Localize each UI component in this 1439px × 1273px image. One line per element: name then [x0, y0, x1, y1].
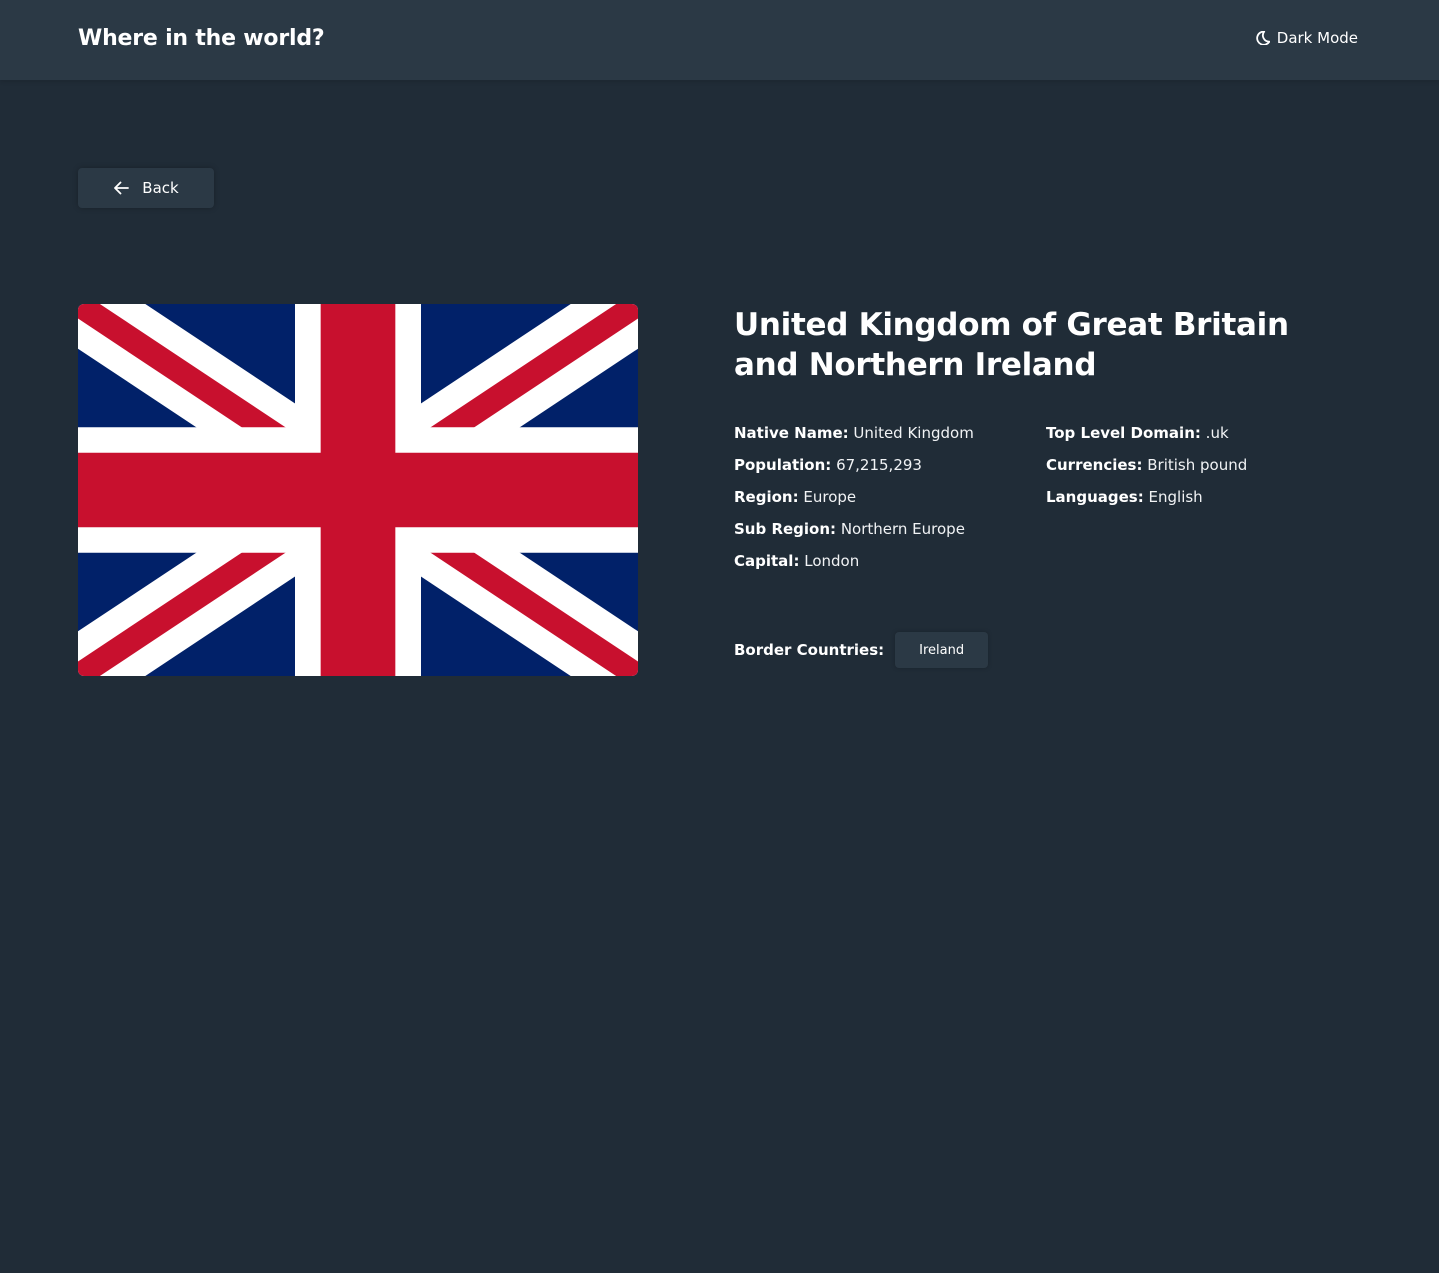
app-title: Where in the world? [78, 26, 325, 51]
detail-currencies: Currencies: British pound [1046, 449, 1366, 481]
detail-population: Population: 67,215,293 [734, 449, 1034, 481]
back-button-label: Back [142, 179, 179, 197]
detail-value: United Kingdom [853, 424, 974, 442]
detail-value: Europe [803, 488, 857, 506]
detail-label: Currencies: [1046, 456, 1143, 474]
detail-label: Native Name: [734, 424, 849, 442]
detail-capital: Capital: London [734, 545, 1034, 577]
detail-value: 67,215,293 [836, 456, 922, 474]
country-flag-image [78, 304, 638, 676]
detail-label: Region: [734, 488, 799, 506]
detail-value: British pound [1147, 456, 1248, 474]
detail-languages: Languages: English [1046, 481, 1366, 513]
country-name: United Kingdom of Great Britain and Nort… [734, 307, 1289, 383]
back-button[interactable]: Back [78, 168, 214, 208]
detail-value: English [1148, 488, 1203, 506]
detail-value: London [804, 552, 860, 570]
detail-label: Languages: [1046, 488, 1144, 506]
dark-mode-label: Dark Mode [1276, 29, 1358, 47]
detail-region: Region: Europe [734, 481, 1034, 513]
detail-native-name: Native Name: United Kingdom [734, 417, 1034, 449]
detail-label: Sub Region: [734, 520, 837, 538]
detail-label: Top Level Domain: [1046, 424, 1201, 442]
app-header: Where in the world? Dark Mode [0, 0, 1439, 80]
moon-icon [1256, 31, 1270, 45]
arrow-left-icon [113, 181, 130, 195]
details-primary: Native Name: United Kingdom Population: … [734, 417, 1034, 577]
detail-top-level-domain: Top Level Domain: .uk [1046, 417, 1366, 449]
border-countries-label: Border Countries: [734, 641, 885, 659]
detail-label: Population: [734, 456, 832, 474]
union-jack-flag [78, 304, 638, 676]
detail-value: Northern Europe [840, 520, 965, 538]
dark-mode-toggle[interactable]: Dark Mode [1256, 29, 1358, 47]
detail-label: Capital: [734, 552, 800, 570]
border-country-button[interactable]: Ireland [895, 632, 989, 668]
details-secondary: Top Level Domain: .uk Currencies: Britis… [1046, 417, 1366, 513]
detail-value: .uk [1205, 424, 1229, 442]
detail-sub-region: Sub Region: Northern Europe [734, 513, 1034, 545]
border-countries: Border Countries: Ireland [734, 632, 989, 668]
